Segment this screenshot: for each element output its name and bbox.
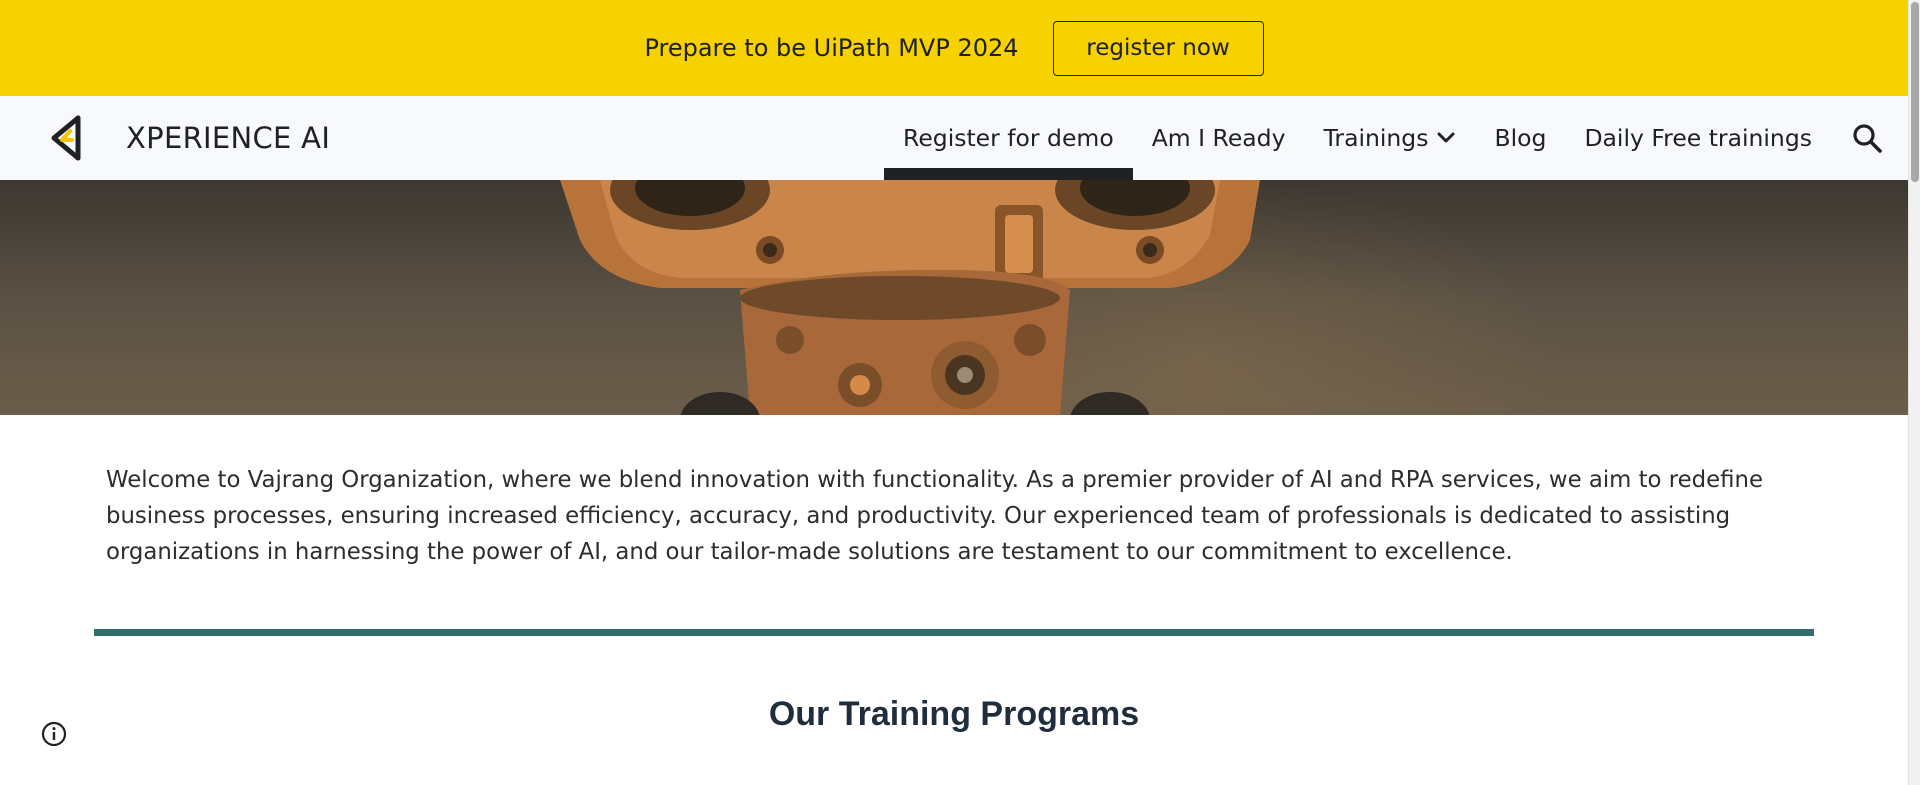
register-now-button[interactable]: register now xyxy=(1052,20,1264,76)
announcement-text: Prepare to be UiPath MVP 2024 xyxy=(644,34,1019,62)
robot-hero-image xyxy=(560,180,1260,415)
nav-am-i-ready[interactable]: Am I Ready xyxy=(1133,96,1305,180)
site-title[interactable]: XPERIENCE AI xyxy=(126,96,330,180)
nav-blog[interactable]: Blog xyxy=(1475,96,1565,180)
nav-register-for-demo[interactable]: Register for demo xyxy=(884,96,1133,180)
section-divider xyxy=(94,629,1814,636)
hero-banner xyxy=(0,180,1908,415)
nav-label: Am I Ready xyxy=(1151,124,1286,152)
site-header: XPERIENCE AI Register for demo Am I Read… xyxy=(0,96,1908,180)
nav-trainings[interactable]: Trainings xyxy=(1305,96,1476,180)
arrow-logo-icon[interactable] xyxy=(48,114,92,162)
info-icon[interactable] xyxy=(40,720,68,748)
nav-label: Blog xyxy=(1494,124,1547,152)
scrollbar[interactable] xyxy=(1908,0,1920,785)
nav-daily-free-trainings[interactable]: Daily Free trainings xyxy=(1565,96,1831,180)
intro-paragraph: Welcome to Vajrang Organization, where w… xyxy=(106,467,1763,565)
section-title: Our Training Programs xyxy=(768,695,1140,733)
page: Prepare to be UiPath MVP 2024 register n… xyxy=(0,0,1920,785)
nav-label: Trainings xyxy=(1323,124,1429,152)
nav-label: Register for demo xyxy=(903,124,1114,152)
nav-label: Daily Free trainings xyxy=(1584,124,1812,152)
search-icon[interactable] xyxy=(1851,122,1883,154)
main-nav: Register for demo Am I Ready Trainings B… xyxy=(884,96,1883,180)
chevron-down-icon xyxy=(1437,132,1455,143)
scrollbar-thumb[interactable] xyxy=(1911,2,1919,182)
announcement-bar: Prepare to be UiPath MVP 2024 register n… xyxy=(0,0,1908,96)
